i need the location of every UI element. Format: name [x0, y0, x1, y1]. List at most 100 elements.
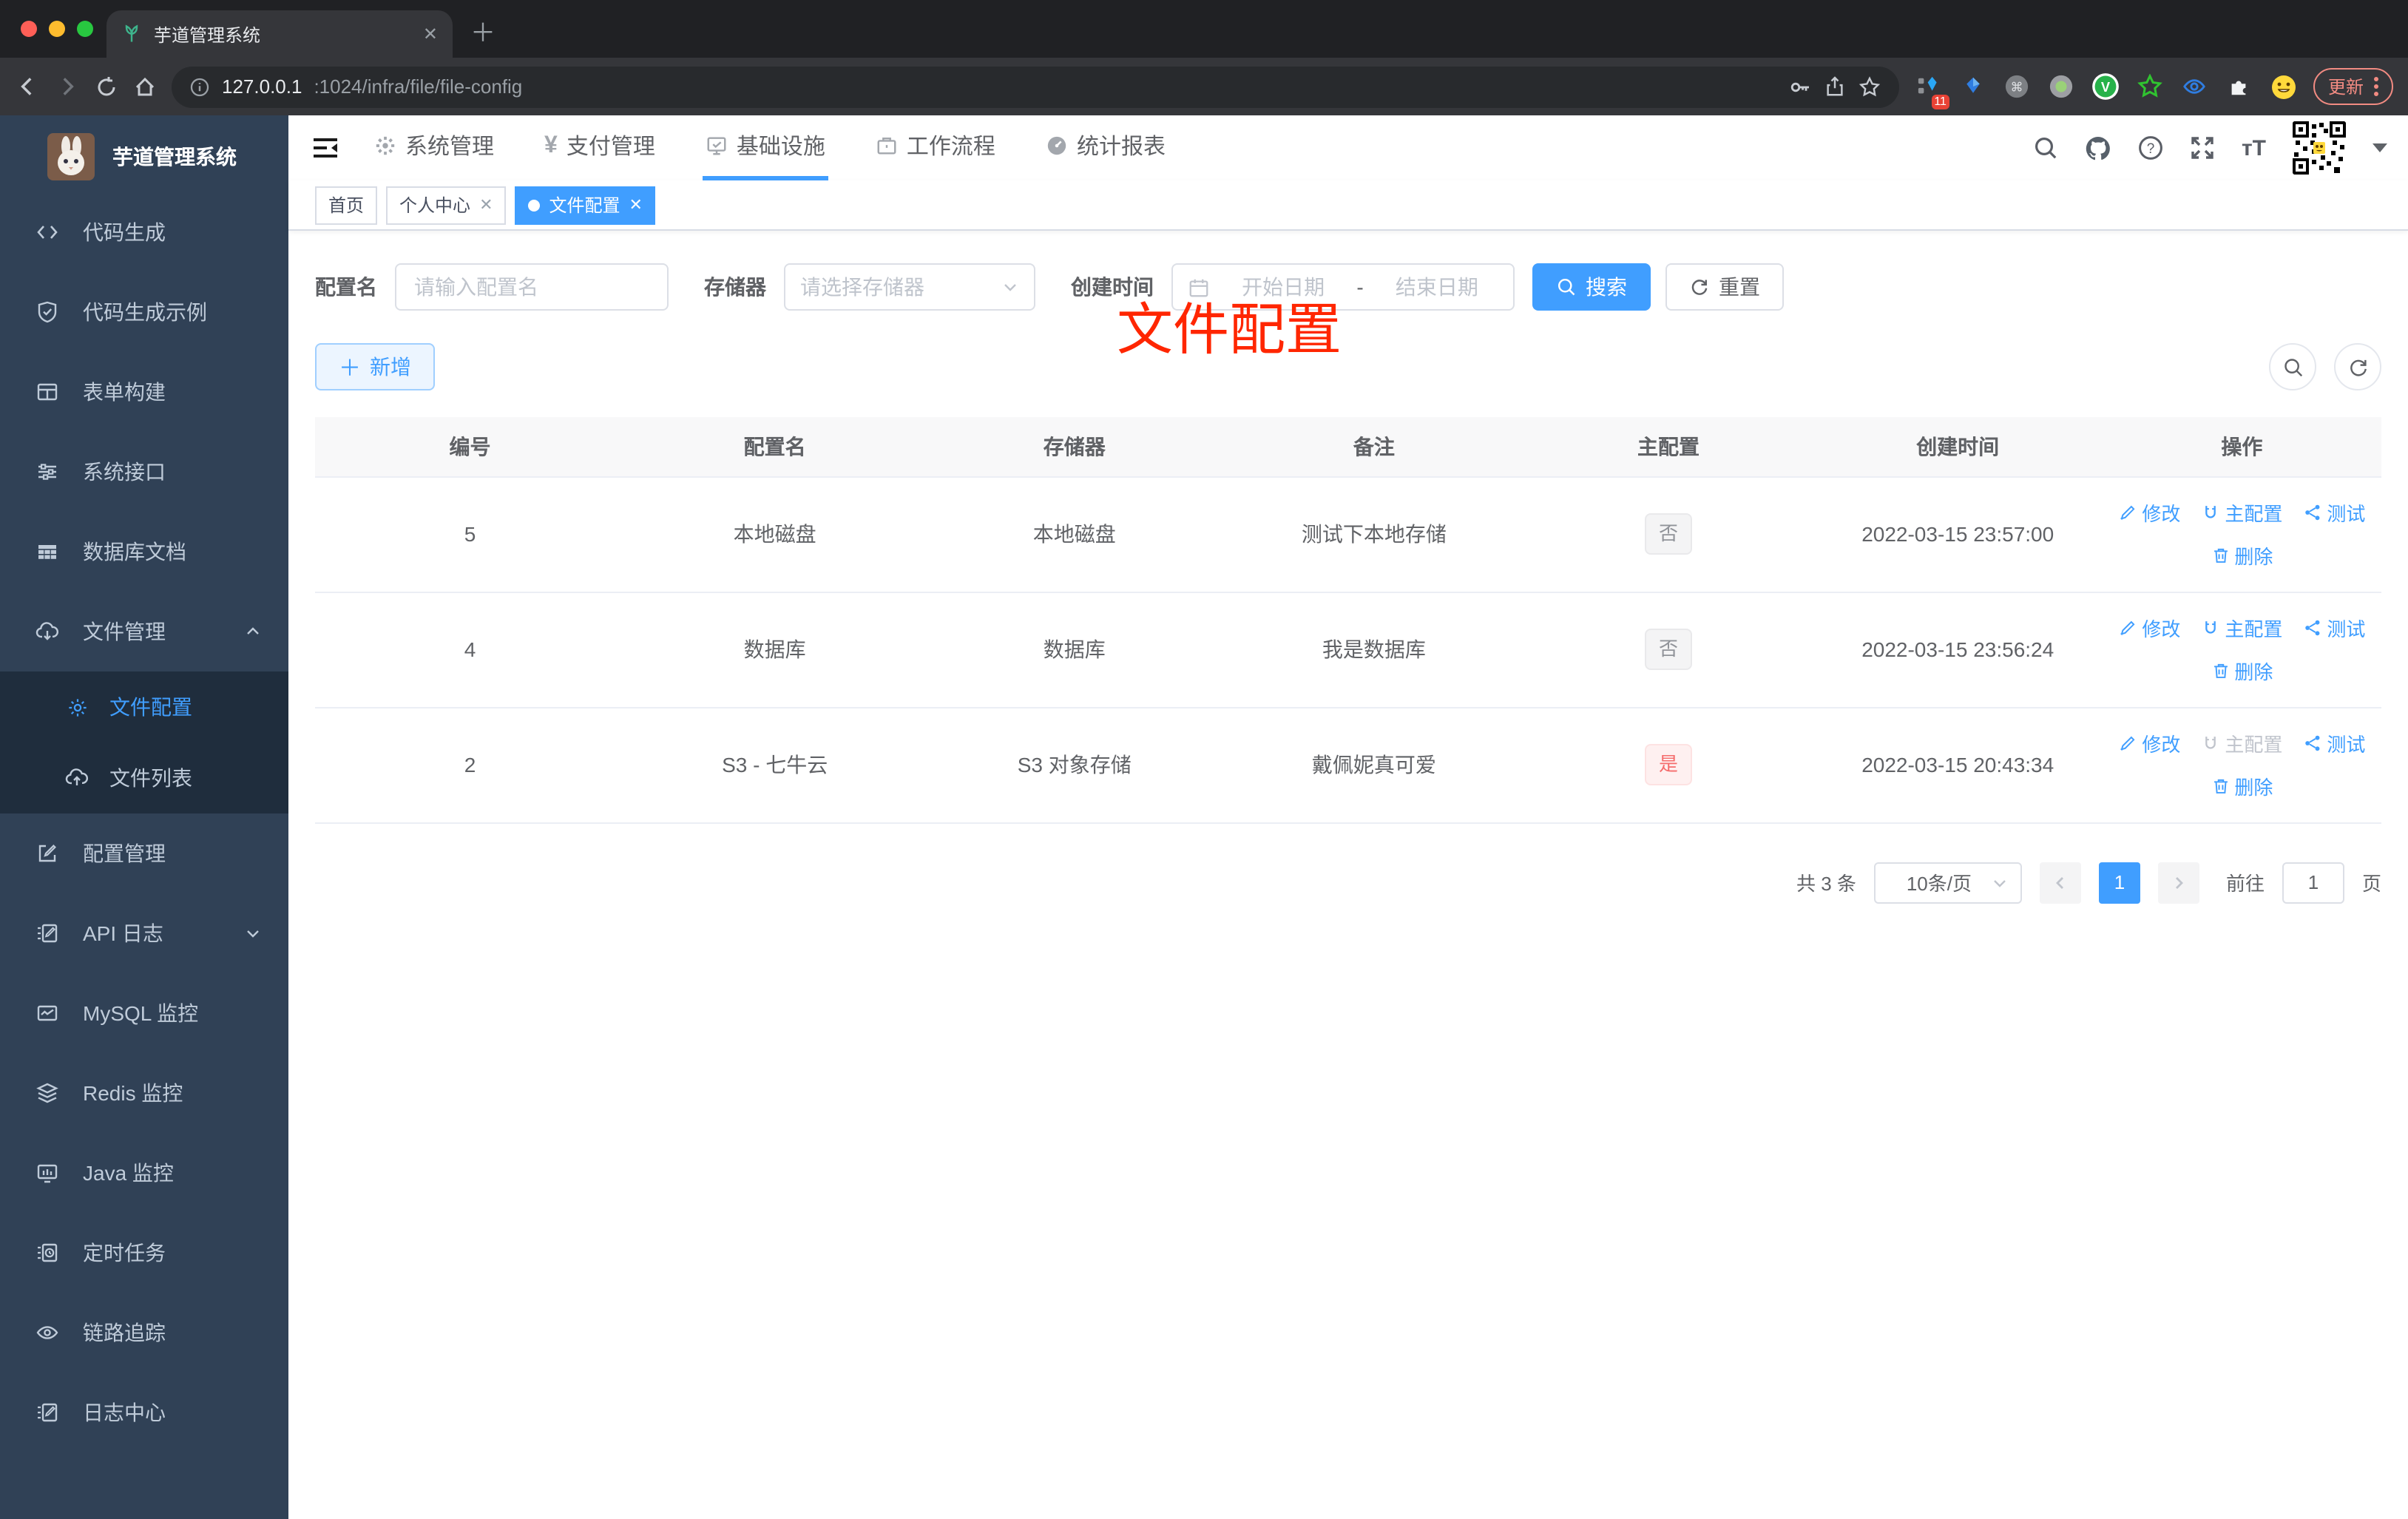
address-bar[interactable]: 127.0.0.1:1024/infra/file/file-config [172, 66, 1899, 107]
extension-kite-icon[interactable] [1958, 72, 1988, 101]
password-key-icon[interactable] [1788, 75, 1812, 98]
sidebar-item-mysql-monitor[interactable]: MySQL 监控 [0, 973, 288, 1053]
reload-icon[interactable] [95, 75, 118, 98]
share-icon[interactable] [1824, 75, 1846, 98]
extension-eye-icon[interactable] [2180, 72, 2210, 101]
delete-link[interactable]: 删除 [2211, 657, 2273, 685]
sidebar-item-code-gen[interactable]: 代码生成 [0, 192, 288, 272]
new-tab-button[interactable]: ＋ [470, 12, 496, 49]
tag-view-profile[interactable]: 个人中心 ✕ [386, 186, 507, 224]
svg-text:?: ? [2148, 141, 2156, 157]
extension-puzzle-icon[interactable] [2225, 72, 2254, 101]
close-window-button[interactable] [21, 21, 37, 37]
sidebar-item-code-gen-demo[interactable]: 代码生成示例 [0, 272, 288, 352]
edit-link[interactable]: 修改 [2118, 498, 2180, 527]
browser-toolbar: 127.0.0.1:1024/infra/file/file-config 11… [0, 58, 2408, 115]
add-button[interactable]: ＋ 新增 [315, 343, 436, 390]
edit-link[interactable]: 修改 [2118, 729, 2180, 757]
sidebar-item-config-manage[interactable]: 配置管理 [0, 813, 288, 893]
sidebar-item-java-monitor[interactable]: Java 监控 [0, 1133, 288, 1213]
extension-cmd-icon[interactable]: ⌘ [2003, 72, 2032, 101]
browser-menu-icon[interactable] [2374, 77, 2378, 96]
col-storage: 存储器 [924, 417, 1225, 477]
test-link[interactable]: 测试 [2303, 498, 2365, 527]
svg-text:⌘: ⌘ [2011, 81, 2023, 95]
window-controls [21, 21, 93, 37]
font-size-icon[interactable]: тT [2242, 135, 2266, 160]
nav-item-infrastructure[interactable]: 基础设施 [702, 115, 828, 180]
nav-label: 系统管理 [405, 135, 495, 160]
minimize-window-button[interactable] [49, 21, 65, 37]
master-link-disabled: 主配置 [2201, 729, 2282, 757]
sidebar-item-db-doc[interactable]: 数据库文档 [0, 512, 288, 592]
search-button[interactable]: 搜索 [1532, 263, 1651, 311]
tab-title: 芋道管理系统 [154, 24, 261, 45]
prev-page-button[interactable] [2039, 862, 2081, 903]
config-name-input[interactable] [395, 263, 669, 311]
help-icon[interactable]: ? [2138, 135, 2165, 161]
chevron-down-icon [1001, 278, 1019, 296]
sidebar-item-label: 链路追踪 [83, 1321, 166, 1344]
logo-title: 芋道管理系统 [112, 145, 237, 169]
sidebar-item-trace[interactable]: 链路追踪 [0, 1293, 288, 1373]
home-icon[interactable] [133, 75, 157, 98]
sidebar-item-redis-monitor[interactable]: Redis 监控 [0, 1053, 288, 1133]
forward-icon[interactable] [55, 74, 80, 99]
delete-link[interactable]: 删除 [2211, 772, 2273, 800]
avatar-dropdown-caret-icon[interactable] [2373, 143, 2387, 152]
master-link[interactable]: 主配置 [2201, 498, 2282, 527]
page-size-select[interactable]: 10条/页 [1873, 862, 2022, 903]
extension-pinned-icon[interactable]: 11 [1914, 72, 1949, 109]
cell-id: 5 [315, 476, 626, 592]
fold-sidebar-icon[interactable] [312, 136, 339, 160]
bookmark-star-icon[interactable] [1858, 75, 1881, 98]
extension-gray-circle-icon[interactable] [2047, 72, 2077, 101]
cell-remark: 戴佩妮真可爱 [1224, 707, 1524, 823]
sidebar-item-scheduled-task[interactable]: 定时任务 [0, 1213, 288, 1293]
sidebar-item-api-log[interactable]: API 日志 [0, 893, 288, 973]
tag-view-file-config[interactable]: 文件配置 ✕ [515, 186, 656, 224]
current-page-button[interactable]: 1 [2098, 862, 2140, 903]
sidebar-item-file-list[interactable]: 文件列表 [0, 742, 288, 813]
site-info-icon[interactable] [189, 76, 210, 97]
goto-page-input[interactable] [2282, 862, 2344, 903]
next-page-button[interactable] [2157, 862, 2199, 903]
reset-button[interactable]: 重置 [1665, 263, 1784, 311]
delete-link[interactable]: 删除 [2211, 541, 2273, 569]
sidebar-item-system-api[interactable]: 系统接口 [0, 432, 288, 512]
edit-link[interactable]: 修改 [2118, 614, 2180, 642]
refresh-table-button[interactable] [2334, 343, 2381, 390]
sidebar-item-file-config[interactable]: 文件配置 [0, 671, 288, 742]
extension-emoji-icon[interactable] [2269, 72, 2299, 101]
app-logo[interactable]: 芋道管理系统 [0, 115, 288, 192]
sidebar-item-log-center[interactable]: 日志中心 [0, 1373, 288, 1452]
extension-vue-icon[interactable]: V [2091, 72, 2121, 101]
end-date-placeholder[interactable]: 结束日期 [1376, 272, 1498, 302]
tag-view-home[interactable]: 首页 [315, 186, 378, 224]
test-link[interactable]: 测试 [2303, 729, 2365, 757]
browser-tab[interactable]: 芋道管理系统 ✕ [106, 10, 453, 58]
extension-star-icon[interactable] [2136, 72, 2165, 101]
user-avatar-qr[interactable] [2291, 120, 2347, 176]
nav-item-report[interactable]: 统计报表 [1043, 115, 1169, 180]
toggle-search-button[interactable] [2269, 343, 2316, 390]
browser-update-button[interactable]: 更新 [2313, 68, 2393, 105]
close-icon[interactable]: ✕ [629, 195, 643, 214]
fullscreen-icon[interactable] [2190, 135, 2216, 161]
gear-icon [374, 135, 396, 157]
sidebar-item-form-builder[interactable]: 表单构建 [0, 352, 288, 432]
close-tab-icon[interactable]: ✕ [423, 24, 438, 44]
log-doc-icon [35, 921, 59, 945]
zoom-window-button[interactable] [77, 21, 93, 37]
sidebar-item-file-manage[interactable]: 文件管理 [0, 592, 288, 671]
header-search-icon[interactable] [2033, 135, 2060, 161]
storage-select[interactable]: 请选择存储器 [784, 263, 1035, 311]
github-icon[interactable] [2085, 134, 2113, 162]
nav-item-workflow[interactable]: 工作流程 [873, 115, 998, 180]
back-icon[interactable] [15, 74, 40, 99]
test-link[interactable]: 测试 [2303, 614, 2365, 642]
close-icon[interactable]: ✕ [479, 195, 493, 214]
nav-item-payment[interactable]: ¥ 支付管理 [541, 115, 658, 180]
nav-item-system[interactable]: 系统管理 [371, 115, 497, 180]
master-link[interactable]: 主配置 [2201, 614, 2282, 642]
